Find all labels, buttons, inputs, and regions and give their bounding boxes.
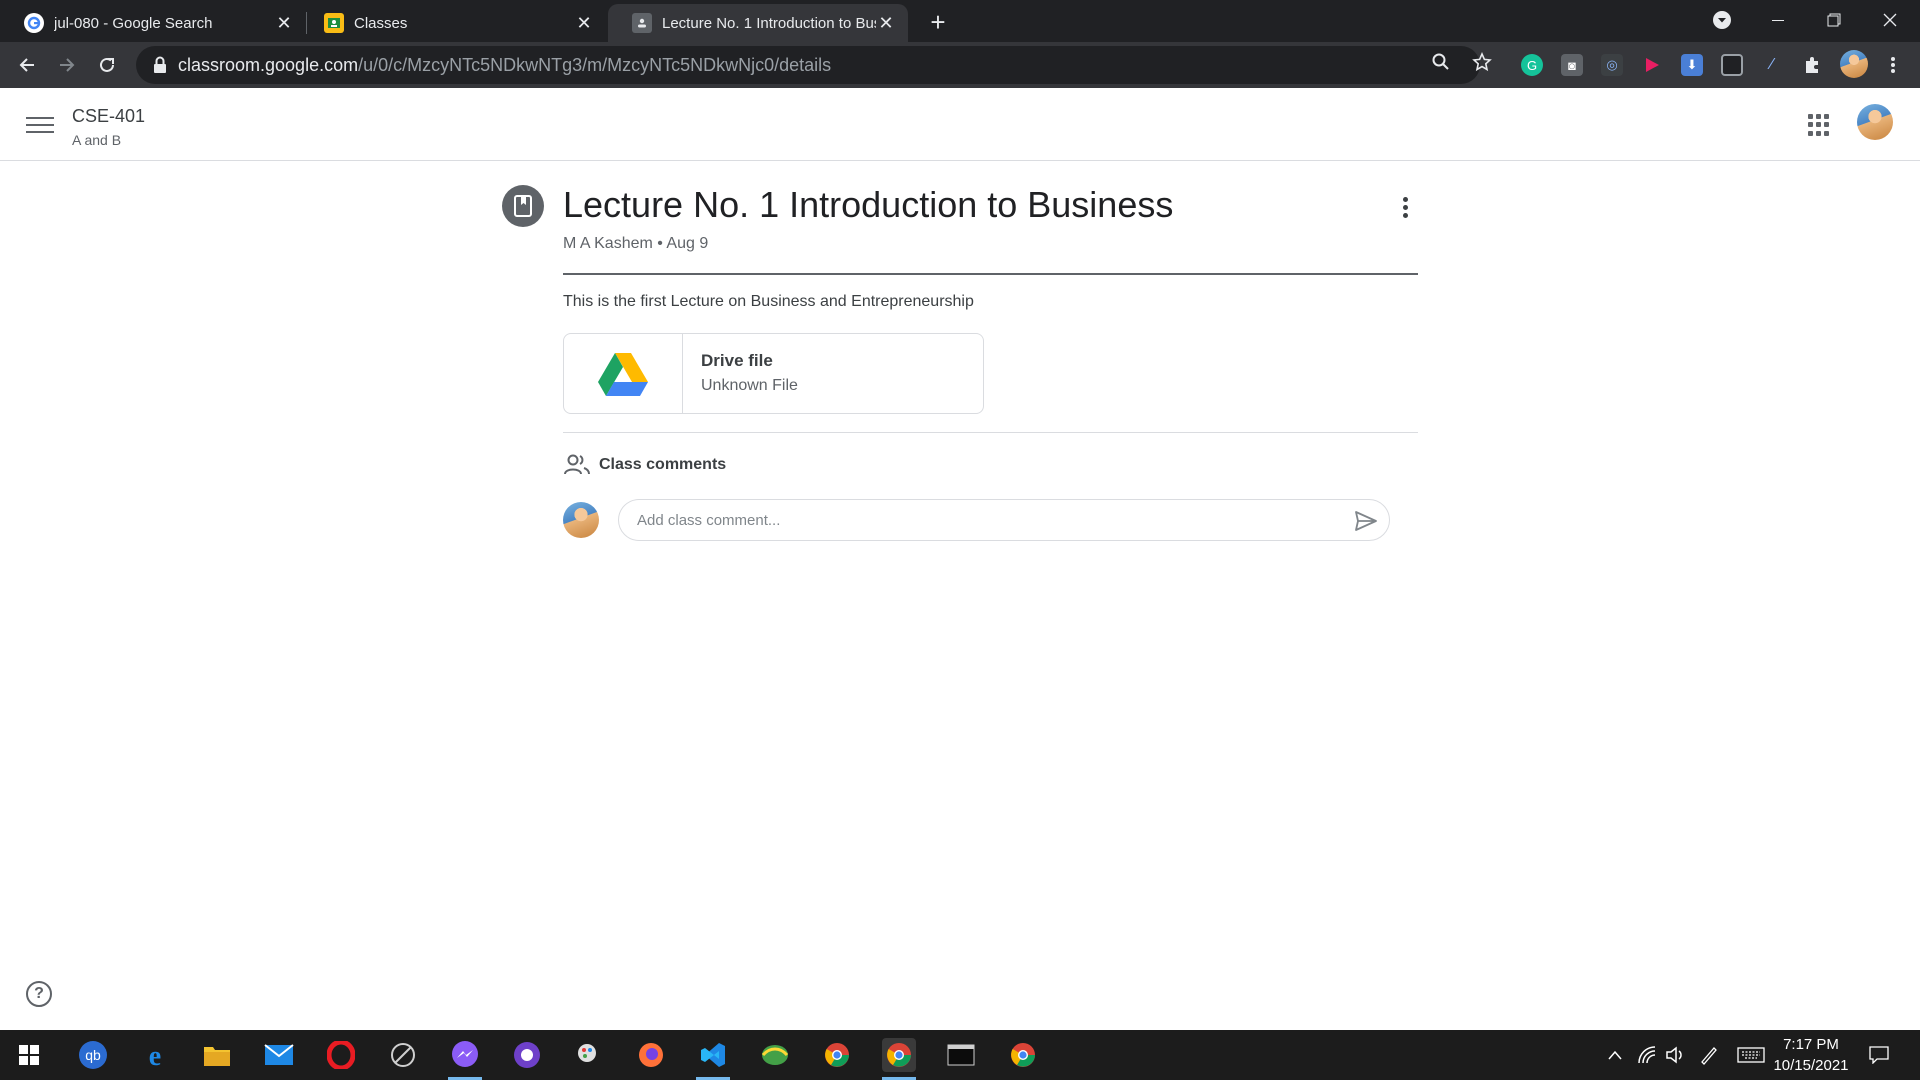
svg-text:qb: qb (85, 1047, 101, 1063)
mail-icon[interactable] (262, 1038, 296, 1072)
edge-icon[interactable]: e (138, 1038, 172, 1072)
browser-profile-avatar[interactable] (1840, 50, 1868, 78)
github-desktop-icon[interactable] (510, 1038, 544, 1072)
extensions-puzzle-icon[interactable] (1801, 54, 1823, 76)
main-menu-icon[interactable] (26, 112, 54, 136)
attachment-name: Drive file (701, 351, 773, 370)
messenger-icon[interactable] (448, 1038, 482, 1080)
google-icon (24, 13, 44, 33)
classroom-header: CSE-401 A and B (0, 88, 1920, 161)
svg-text:e: e (149, 1041, 161, 1069)
pen-icon[interactable] (1698, 1044, 1720, 1066)
notification-center-icon[interactable] (1868, 1044, 1890, 1066)
keyboard-icon[interactable] (1736, 1044, 1766, 1066)
clock-date: 10/15/2021 (1773, 1057, 1849, 1074)
commenter-avatar (563, 502, 599, 538)
file-explorer-icon[interactable] (200, 1038, 234, 1072)
class-comment-box[interactable] (618, 499, 1390, 541)
reload-icon[interactable] (90, 48, 124, 82)
tab-lecture[interactable]: Lecture No. 1 Introduction to Bus ✕ (608, 4, 908, 42)
camera-icon[interactable]: ◙ (1561, 54, 1583, 76)
class-section: A and B (72, 132, 122, 148)
post-description: This is the first Lecture on Business an… (563, 293, 974, 310)
zoom-icon[interactable] (1430, 51, 1452, 73)
terminal-icon[interactable] (944, 1038, 978, 1072)
account-avatar[interactable] (1857, 104, 1893, 140)
firefox-icon[interactable] (634, 1038, 668, 1072)
people-icon (564, 454, 590, 475)
help-icon[interactable]: ? (26, 981, 52, 1007)
address-bar[interactable]: classroom.google.com/u/0/c/MzcyNTc5NDkwN… (136, 46, 1480, 84)
tab-title: jul-080 - Google Search (54, 14, 213, 32)
screen-extension-icon[interactable] (1721, 54, 1743, 76)
chrome-profile-icon[interactable] (820, 1038, 854, 1072)
grammarly-icon[interactable]: G (1521, 54, 1543, 76)
comments-divider (563, 432, 1418, 433)
class-comment-input[interactable] (637, 511, 1337, 529)
windows-taskbar: qb e 7:17 PM 10/15/2021 (0, 1030, 1920, 1080)
classroom-icon (324, 13, 344, 33)
chrome-active-icon[interactable] (882, 1038, 916, 1080)
clock-time: 7:17 PM (1783, 1036, 1839, 1053)
classroom-post-icon (632, 13, 652, 33)
class-name[interactable]: CSE-401 (72, 106, 145, 127)
browser-tab-strip: jul-080 - Google Search ✕ Classes ✕ Lect… (0, 0, 1920, 42)
tab-title: Classes (354, 14, 408, 32)
globe-app-icon[interactable] (758, 1038, 792, 1072)
show-hidden-icons[interactable] (1604, 1044, 1626, 1066)
forward-icon[interactable] (50, 48, 84, 82)
wifi-icon[interactable] (1636, 1044, 1658, 1066)
bookmark-star-icon[interactable] (1471, 51, 1493, 73)
pen-extension-icon[interactable]: ⁄ (1761, 54, 1783, 76)
class-comments-header: Class comments (563, 454, 726, 476)
chrome-dev-icon[interactable] (1006, 1038, 1040, 1072)
google-drive-icon (564, 334, 683, 413)
class-comments-label: Class comments (599, 456, 727, 473)
satellite-app-icon[interactable] (386, 1038, 420, 1072)
volume-icon[interactable] (1664, 1044, 1686, 1066)
browser-toolbar: classroom.google.com/u/0/c/MzcyNTc5NDkwN… (0, 42, 1920, 88)
chrome-menu-icon[interactable] (1876, 48, 1910, 82)
post-author-date: M A Kashem • Aug 9 (563, 235, 709, 252)
play-extension-icon[interactable] (1641, 54, 1663, 76)
vscode-icon[interactable] (696, 1038, 730, 1080)
tab-search-button[interactable] (1694, 0, 1750, 40)
title-divider (563, 273, 1418, 275)
material-icon (502, 185, 544, 227)
back-icon[interactable] (10, 48, 44, 82)
tab-title: Lecture No. 1 Introduction to Bus (662, 14, 876, 32)
paint-app-icon[interactable] (572, 1038, 606, 1072)
send-icon[interactable] (1353, 508, 1379, 534)
tab-google-search[interactable]: jul-080 - Google Search ✕ (0, 4, 306, 42)
vpn-extension-icon[interactable]: ◎ (1601, 54, 1623, 76)
opera-icon[interactable] (324, 1038, 358, 1072)
attachment-type: Unknown File (701, 377, 798, 394)
windows-start-icon[interactable] (12, 1038, 46, 1072)
tab-classes[interactable]: Classes ✕ (300, 4, 606, 42)
download-extension-icon[interactable]: ⬇ (1681, 54, 1703, 76)
close-window-icon[interactable] (1862, 0, 1918, 40)
restore-icon[interactable] (1806, 0, 1862, 40)
system-clock[interactable]: 7:17 PM 10/15/2021 (1770, 1034, 1852, 1076)
minimize-icon[interactable] (1750, 0, 1806, 40)
lock-icon (154, 56, 166, 73)
quickbooks-icon[interactable]: qb (76, 1038, 110, 1072)
more-options-icon[interactable] (1390, 190, 1420, 224)
google-apps-icon[interactable] (1808, 114, 1830, 136)
drive-file-attachment[interactable]: Drive file Unknown File (563, 333, 984, 414)
close-tab-icon[interactable]: ✕ (274, 13, 294, 33)
close-tab-icon[interactable]: ✕ (876, 13, 896, 33)
close-tab-icon[interactable]: ✕ (574, 13, 594, 33)
new-tab-button[interactable]: + (922, 6, 954, 38)
url-text: classroom.google.com/u/0/c/MzcyNTc5NDkwN… (178, 54, 832, 75)
post-title: Lecture No. 1 Introduction to Business (563, 184, 1174, 225)
